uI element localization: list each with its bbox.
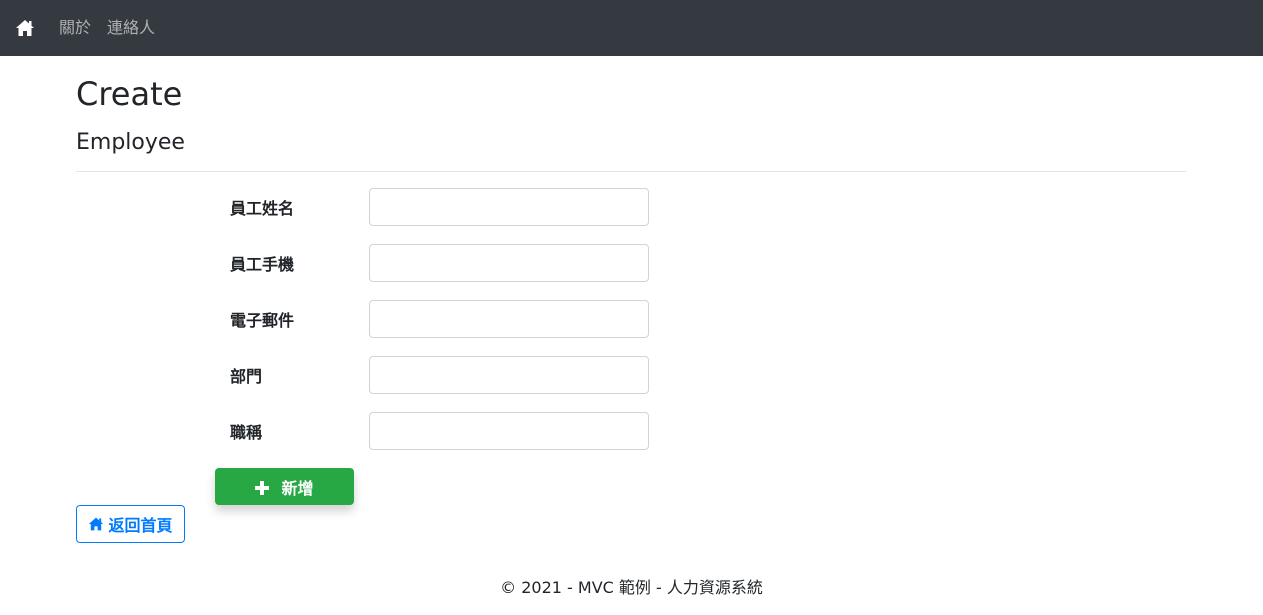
top-navbar: 關於 連絡人 (0, 0, 1263, 56)
employee-name-label: 員工姓名 (230, 199, 295, 218)
footer-copyright: © 2021 - MVC 範例 - 人力資源系統 (500, 578, 763, 597)
job-title-label: 職稱 (230, 423, 263, 442)
section-divider (76, 171, 1186, 172)
employee-name-input[interactable] (369, 188, 649, 226)
job-title-input[interactable] (369, 412, 649, 450)
page-title: Create (76, 75, 183, 113)
back-to-home-button[interactable]: 返回首頁 (76, 505, 185, 543)
nav-link-contact[interactable]: 連絡人 (107, 18, 155, 38)
email-input[interactable] (369, 300, 649, 338)
employee-phone-label: 員工手機 (230, 255, 295, 274)
email-label: 電子郵件 (230, 311, 295, 330)
home-icon (88, 516, 104, 532)
section-title: Employee (76, 130, 185, 155)
create-button-label: 新增 (281, 478, 314, 498)
create-button[interactable]: 新增 (215, 468, 354, 505)
home-icon[interactable] (15, 18, 35, 38)
back-button-label: 返回首頁 (108, 516, 173, 535)
department-label: 部門 (230, 367, 263, 386)
plus-icon (255, 480, 270, 495)
employee-phone-input[interactable] (369, 244, 649, 282)
department-input[interactable] (369, 356, 649, 394)
nav-link-about[interactable]: 關於 (59, 18, 91, 38)
